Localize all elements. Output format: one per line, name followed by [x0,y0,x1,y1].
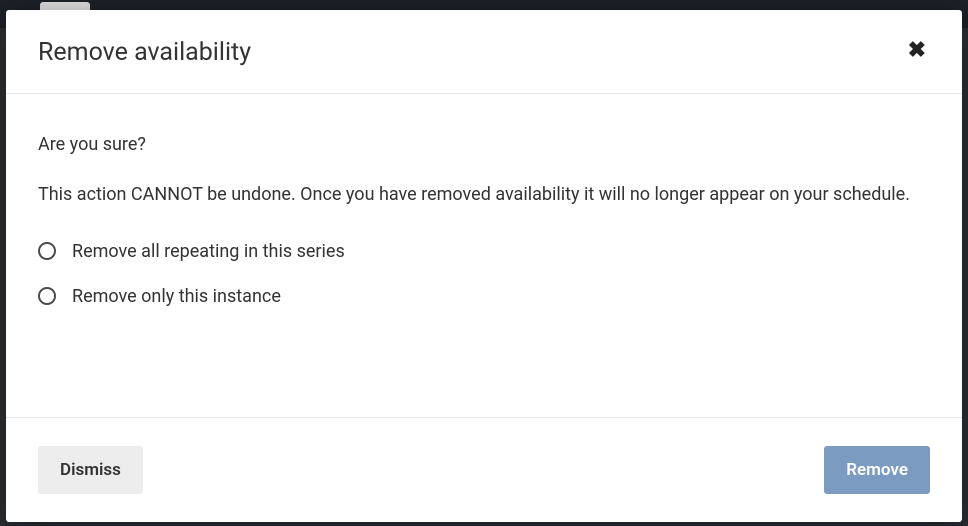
modal-body: Are you sure? This action CANNOT be undo… [6,94,962,417]
radio-icon [38,287,56,305]
remove-options-group: Remove all repeating in this series Remo… [38,241,930,307]
warning-text: This action CANNOT be undone. Once you h… [38,181,930,209]
remove-button[interactable]: Remove [824,446,930,494]
remove-availability-modal: Remove availability ✖ Are you sure? This… [6,10,962,522]
radio-icon [38,242,56,260]
dismiss-button[interactable]: Dismiss [38,446,143,494]
modal-footer: Dismiss Remove [6,417,962,522]
modal-header: Remove availability ✖ [6,10,962,94]
close-icon[interactable]: ✖ [904,38,930,64]
confirm-question: Are you sure? [38,134,930,155]
modal-title: Remove availability [38,38,251,67]
option-label: Remove all repeating in this series [72,241,345,262]
option-label: Remove only this instance [72,286,281,307]
option-remove-this-instance[interactable]: Remove only this instance [38,286,930,307]
option-remove-all-series[interactable]: Remove all repeating in this series [38,241,930,262]
